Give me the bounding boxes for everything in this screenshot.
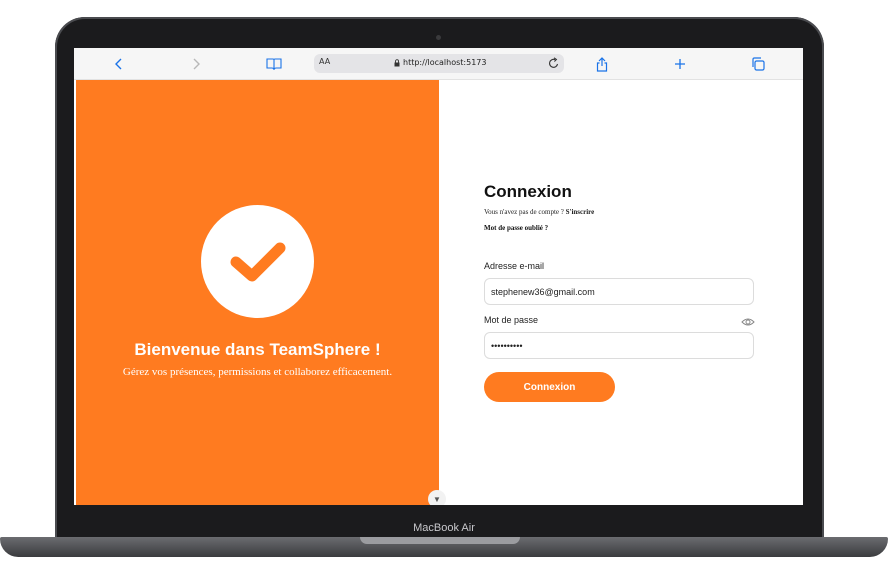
- tabs-icon[interactable]: [748, 54, 768, 74]
- laptop-notch: [360, 537, 520, 544]
- bookmarks-icon[interactable]: [264, 54, 284, 74]
- text-size-button[interactable]: AA: [319, 57, 330, 66]
- welcome-title: Bienvenue dans TeamSphere !: [134, 340, 381, 359]
- back-icon[interactable]: [109, 54, 129, 74]
- login-button[interactable]: Connexion: [484, 372, 615, 402]
- share-icon[interactable]: [592, 54, 612, 74]
- check-circle: [201, 205, 314, 318]
- url-text: http://localhost:5173: [394, 58, 486, 67]
- welcome-tagline: Gérez vos présences, permissions et coll…: [122, 366, 393, 378]
- forgot-password-link[interactable]: Mot de passe oublié ?: [484, 224, 548, 232]
- email-field[interactable]: stephenew36@gmail.com: [484, 278, 754, 305]
- new-tab-icon[interactable]: [670, 54, 690, 74]
- browser-screen: AA http://localhost:5173 Bienvenue dans …: [74, 48, 803, 505]
- forward-icon[interactable]: [186, 54, 206, 74]
- lock-icon: [394, 58, 400, 66]
- password-field[interactable]: ••••••••••: [484, 332, 754, 359]
- camera: [436, 35, 441, 40]
- laptop-brand: MacBook Air: [413, 522, 475, 534]
- email-label: Adresse e-mail: [484, 261, 545, 271]
- browser-toolbar: AA http://localhost:5173: [74, 48, 803, 80]
- no-account-text: Vous n'avez pas de compte ?: [484, 208, 564, 216]
- login-title: Connexion: [484, 182, 572, 201]
- address-bar[interactable]: AA http://localhost:5173: [314, 54, 564, 73]
- reload-icon[interactable]: [548, 56, 560, 75]
- signup-prompt: Vous n'avez pas de compte ? S'inscrire: [484, 208, 594, 216]
- signup-link[interactable]: S'inscrire: [566, 208, 595, 216]
- show-password-icon[interactable]: [741, 314, 755, 332]
- password-label: Mot de passe: [484, 315, 539, 325]
- checkmark-icon: [230, 242, 285, 281]
- welcome-panel: Bienvenue dans TeamSphere ! Gérez vos pr…: [76, 80, 439, 505]
- scroll-down-icon[interactable]: ▼: [428, 490, 446, 505]
- url-value: http://localhost:5173: [403, 58, 487, 67]
